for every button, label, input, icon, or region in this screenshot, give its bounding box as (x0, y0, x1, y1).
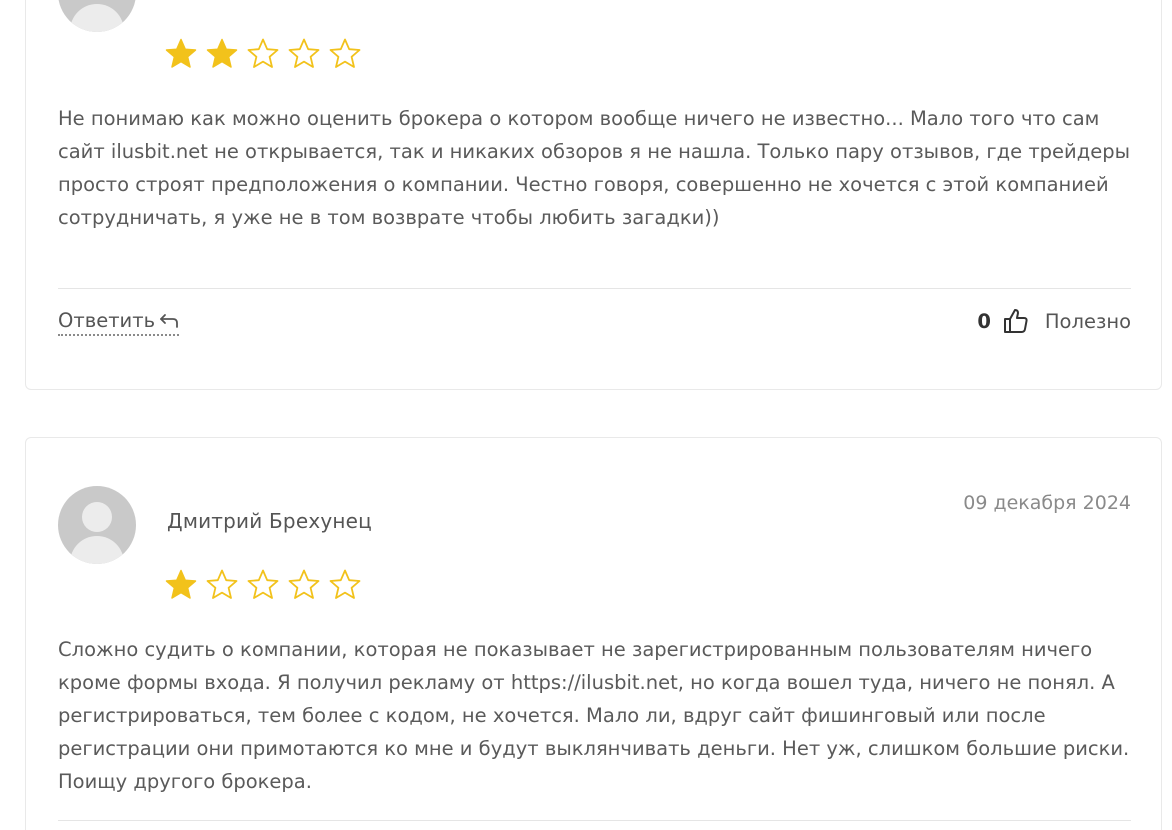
review-card: Дмитрий Брехунец 09 декабря 2024 Сложно … (25, 437, 1162, 830)
review-card: Не понимаю как можно оценить брокера о к… (25, 0, 1162, 390)
useful-button[interactable]: Полезно (1045, 310, 1131, 333)
star-empty-icon (329, 38, 361, 68)
star-filled-icon (165, 38, 197, 68)
reply-button[interactable]: Ответить (58, 309, 180, 336)
divider (58, 288, 1131, 289)
star-filled-icon (165, 569, 197, 599)
divider (58, 820, 1131, 821)
review-author: Дмитрий Брехунец (167, 509, 372, 533)
reply-label: Ответить (58, 309, 156, 332)
star-filled-icon (206, 38, 238, 68)
review-text: Сложно судить о компании, которая не пок… (58, 638, 1130, 793)
useful-section: 0 Полезно (977, 307, 1131, 335)
star-empty-icon (247, 38, 279, 68)
review-text: Не понимаю как можно оценить брокера о к… (58, 107, 1130, 229)
star-empty-icon (206, 569, 238, 599)
user-placeholder-icon (82, 502, 112, 532)
avatar (58, 0, 136, 32)
review-date: 09 декабря 2024 (963, 492, 1131, 514)
reply-arrow-icon (160, 313, 178, 328)
rating-stars (164, 37, 362, 71)
rating-stars (164, 568, 362, 602)
star-empty-icon (329, 569, 361, 599)
star-empty-icon (288, 569, 320, 599)
reviews-page: Не понимаю как можно оценить брокера о к… (0, 0, 1172, 830)
avatar (58, 486, 136, 564)
useful-count: 0 (977, 309, 991, 333)
star-empty-icon (288, 38, 320, 68)
star-empty-icon (247, 569, 279, 599)
thumbs-up-icon[interactable] (1001, 307, 1029, 335)
